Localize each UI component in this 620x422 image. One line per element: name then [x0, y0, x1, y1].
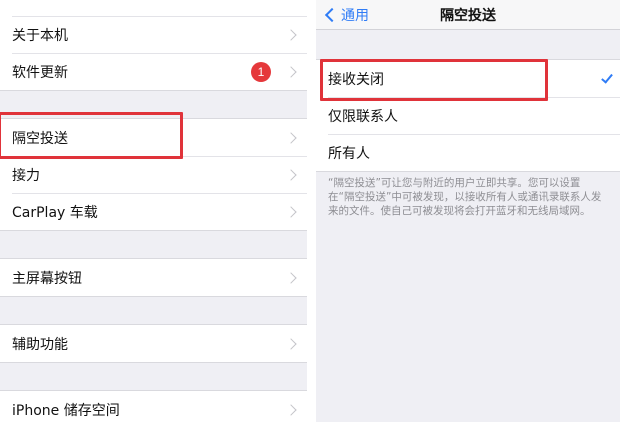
settings-row-spacer: [0, 0, 307, 16]
option-label: 接收关闭: [328, 71, 384, 88]
option-everyone[interactable]: 所有人: [316, 134, 620, 171]
chevron-right-icon: [285, 403, 297, 416]
airdrop-options-group: 接收关闭 仅限联系人 所有人: [316, 59, 620, 172]
settings-row-handoff[interactable]: 接力: [0, 156, 307, 193]
settings-group-accessibility: 辅助功能: [0, 324, 307, 363]
row-label: iPhone 储存空间: [12, 402, 120, 419]
option-receiving-off[interactable]: 接收关闭: [316, 60, 620, 97]
checkmark-icon: [601, 70, 613, 84]
chevron-right-icon: [285, 168, 297, 181]
navigation-bar: 通用 隔空投送: [316, 0, 620, 30]
settings-group-home-button: 主屏幕按钮: [0, 258, 307, 297]
chevron-right-icon: [285, 271, 297, 284]
update-count-badge: 1: [251, 61, 271, 82]
chevron-right-icon: [285, 337, 297, 350]
settings-group-about: 关于本机 软件更新 1: [0, 0, 307, 91]
settings-row-software-update[interactable]: 软件更新 1: [0, 53, 307, 90]
row-label: 主屏幕按钮: [12, 270, 82, 287]
option-label: 所有人: [328, 145, 370, 162]
option-label: 仅限联系人: [328, 108, 398, 125]
settings-row-carplay[interactable]: CarPlay 车载: [0, 193, 307, 230]
chevron-right-icon: [285, 131, 297, 144]
settings-row-home-button[interactable]: 主屏幕按钮: [0, 259, 307, 296]
settings-general-list: 关于本机 软件更新 1 隔空投送 接力 CarPlay 车载 主屏幕按钮 辅助功…: [0, 0, 307, 422]
row-label: 软件更新: [12, 64, 68, 81]
airdrop-settings-screen: 通用 隔空投送 接收关闭 仅限联系人 所有人 “隔空投送”可让您与附近的用户立即…: [316, 0, 620, 422]
settings-row-accessibility[interactable]: 辅助功能: [0, 325, 307, 362]
settings-row-airdrop[interactable]: 隔空投送: [0, 119, 307, 156]
chevron-right-icon: [285, 28, 297, 41]
settings-row-about[interactable]: 关于本机: [0, 16, 307, 53]
row-label: 接力: [12, 167, 40, 184]
page-title: 隔空投送: [440, 8, 496, 24]
chevron-right-icon: [285, 65, 297, 78]
row-label: 关于本机: [12, 27, 68, 44]
settings-group-airdrop: 隔空投送 接力 CarPlay 车载: [0, 118, 307, 231]
chevron-right-icon: [285, 205, 297, 218]
airdrop-footnote: “隔空投送”可让您与附近的用户立即共享。您可以设置在“隔空投送”中可被发现，以接…: [328, 177, 602, 217]
row-label: 辅助功能: [12, 336, 68, 353]
settings-group-storage: iPhone 储存空间: [0, 390, 307, 422]
settings-row-iphone-storage[interactable]: iPhone 储存空间: [0, 391, 307, 422]
row-label: 隔空投送: [12, 130, 68, 147]
option-contacts-only[interactable]: 仅限联系人: [316, 97, 620, 134]
row-label: CarPlay 车载: [12, 204, 98, 221]
